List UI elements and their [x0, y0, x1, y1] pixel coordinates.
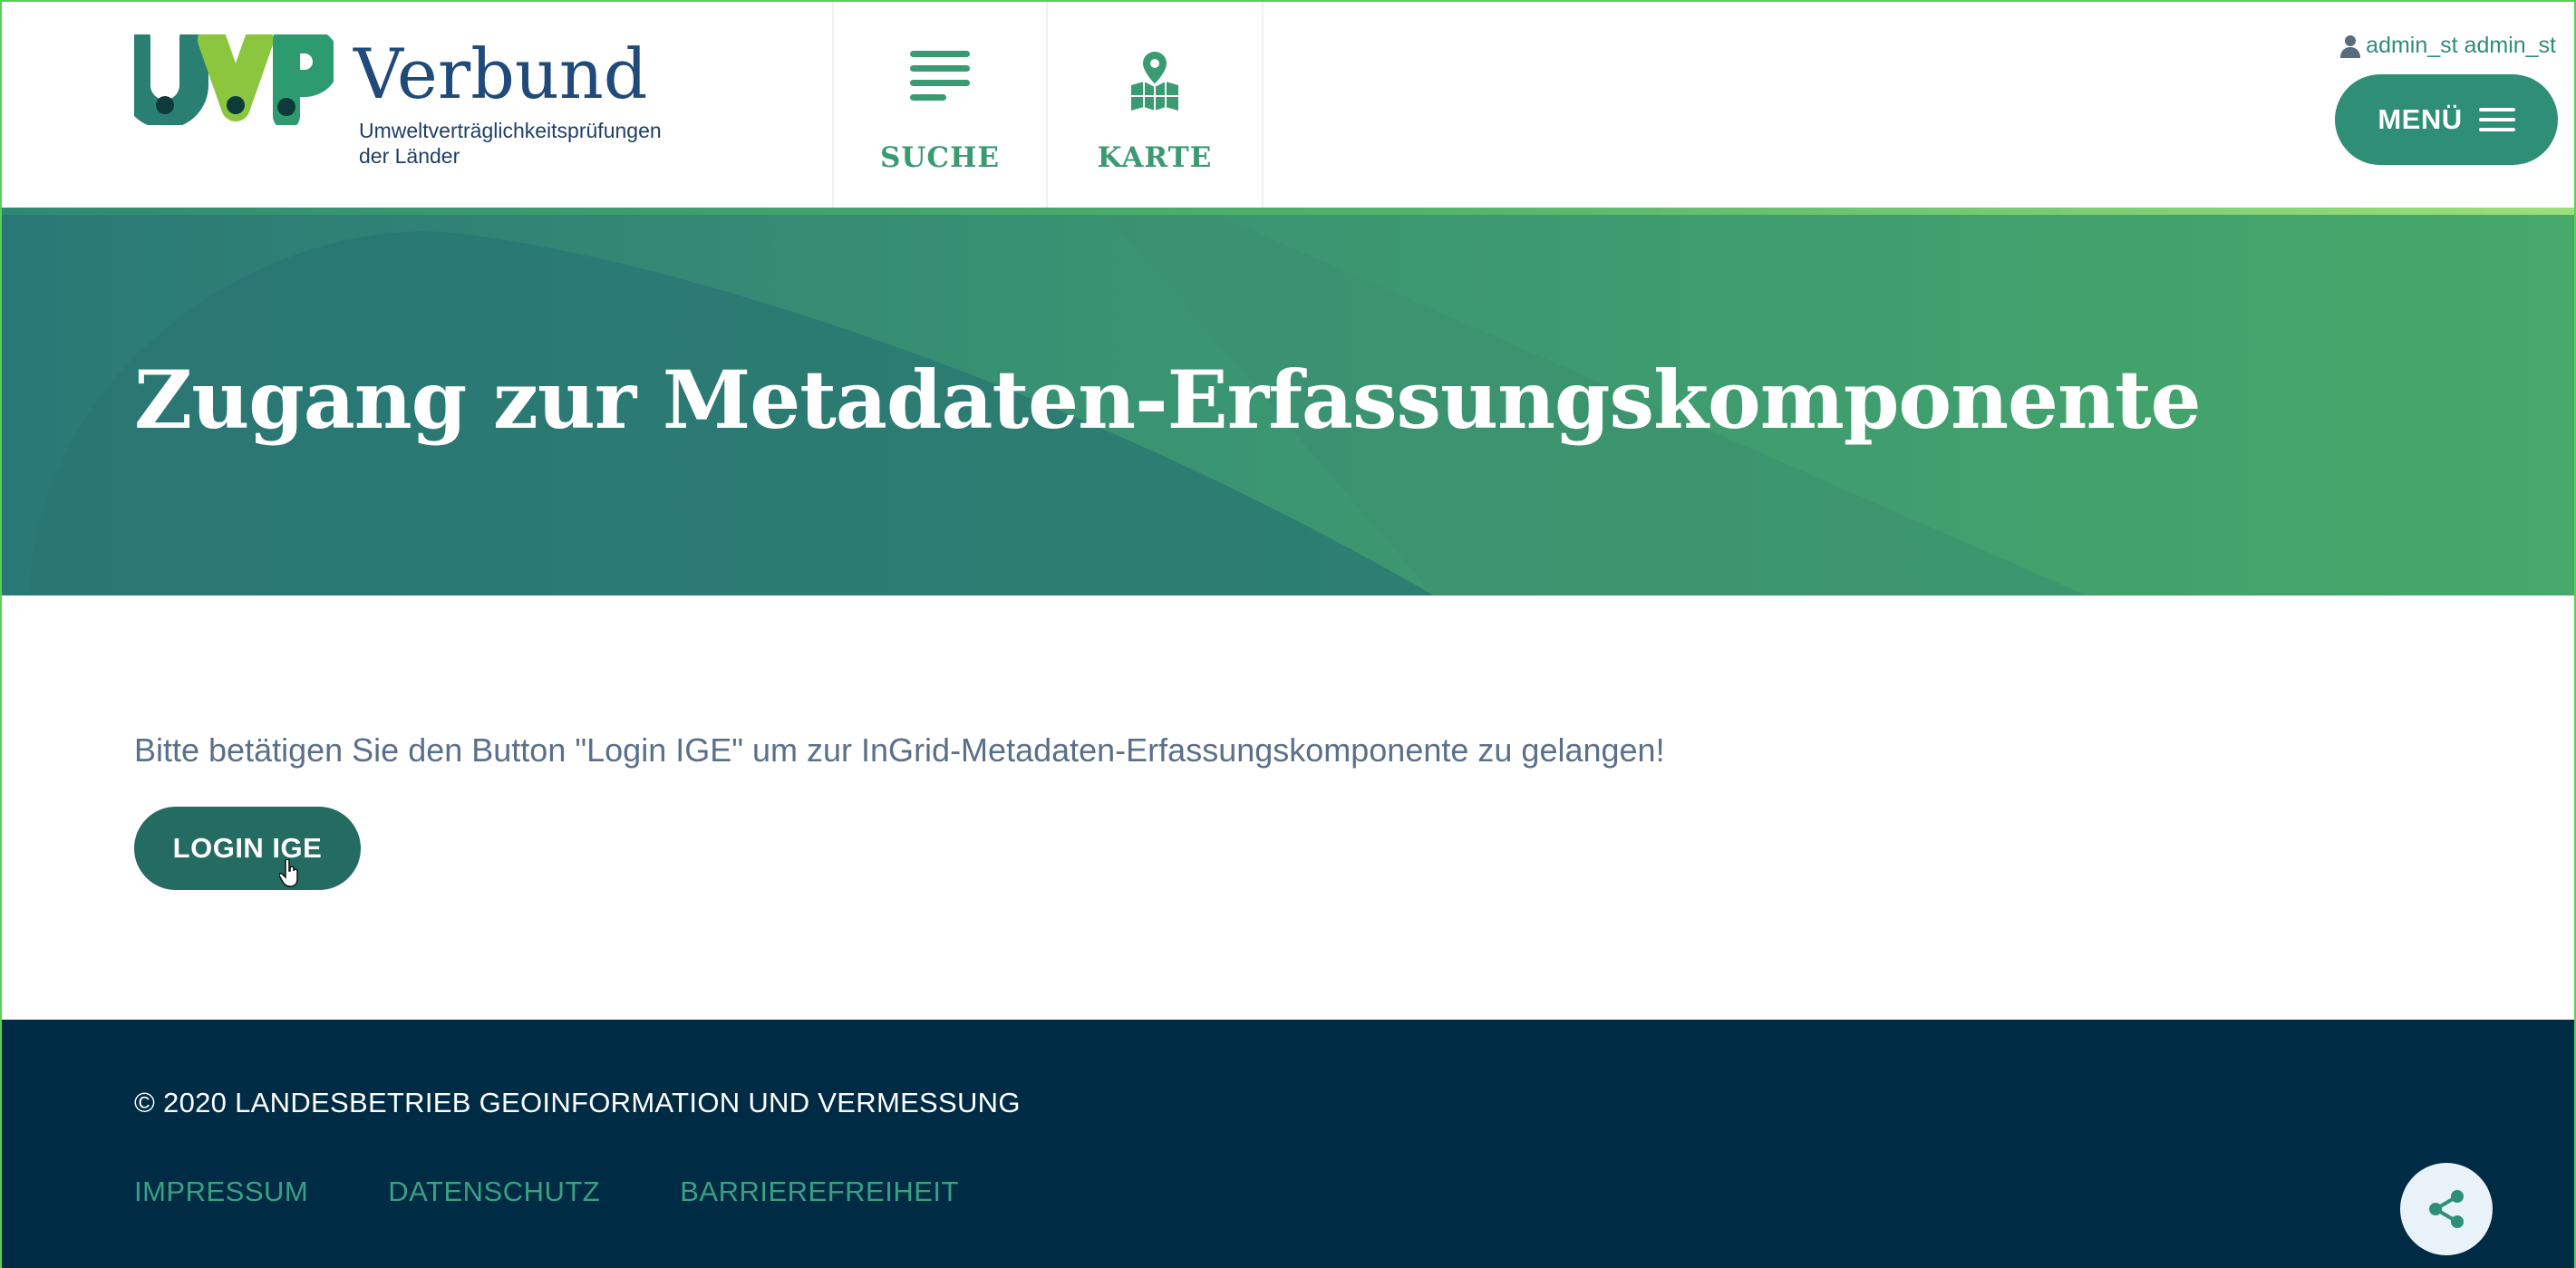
hamburger-icon — [2478, 102, 2515, 138]
user-account-link[interactable]: admin_st admin_st — [2340, 33, 2556, 59]
footer-link-impressum[interactable]: IMPRESSUM — [134, 1176, 308, 1208]
login-ige-button[interactable]: LOGIN IGE — [134, 807, 361, 890]
logo-subtitle-line2: der Länder — [359, 144, 460, 168]
logo-subtitle-line1: Umweltverträglichkeitsprüfungen — [359, 119, 662, 142]
nav-item-karte[interactable]: KARTE — [1048, 2, 1264, 208]
site-header: Verbund Umweltverträglichkeitsprüfungen … — [2, 2, 2574, 208]
copyright-text: © 2020 LANDESBETRIEB GEOINFORMATION UND … — [134, 1087, 1021, 1118]
nav-label-karte: KARTE — [1097, 141, 1213, 174]
nav-item-suche[interactable]: SUCHE — [832, 2, 1048, 208]
hero-banner: Zugang zur Metadaten-Erfassungskomponent… — [2, 215, 2574, 595]
map-pin-icon — [1048, 49, 1262, 114]
menu-label: MENÜ — [2377, 103, 2463, 135]
logo-wordmark: Verbund — [353, 34, 648, 114]
footer-link-barrierefreiheit[interactable]: BARRIEREFREIHEIT — [680, 1176, 959, 1208]
footer-link-datenschutz[interactable]: DATENSCHUTZ — [388, 1176, 600, 1208]
share-icon — [2429, 1190, 2464, 1228]
hand-cursor-icon — [279, 859, 298, 887]
menu-button[interactable]: MENÜ — [2335, 74, 2558, 165]
logo-subtitle: Umweltverträglichkeitsprüfungen der Länd… — [359, 118, 662, 169]
header-accent-line — [2, 208, 2574, 215]
page-title: Zugang zur Metadaten-Erfassungskomponent… — [134, 353, 2202, 447]
uvp-logo-mark-icon — [134, 34, 334, 125]
site-footer: © 2020 LANDESBETRIEB GEOINFORMATION UND … — [2, 1020, 2574, 1268]
share-button[interactable] — [2400, 1163, 2493, 1255]
uvp-logo[interactable]: Verbund Umweltverträglichkeitsprüfungen … — [134, 34, 696, 170]
login-instruction: Bitte betätigen Sie den Button "Login IG… — [134, 731, 1665, 769]
nav-label-suche: SUCHE — [879, 141, 1000, 174]
list-lines-icon — [834, 49, 1046, 114]
user-icon — [2340, 34, 2361, 58]
footer-links: IMPRESSUM DATENSCHUTZ BARRIEREFREIHEIT — [134, 1176, 959, 1208]
user-name: admin_st admin_st — [2366, 33, 2556, 58]
